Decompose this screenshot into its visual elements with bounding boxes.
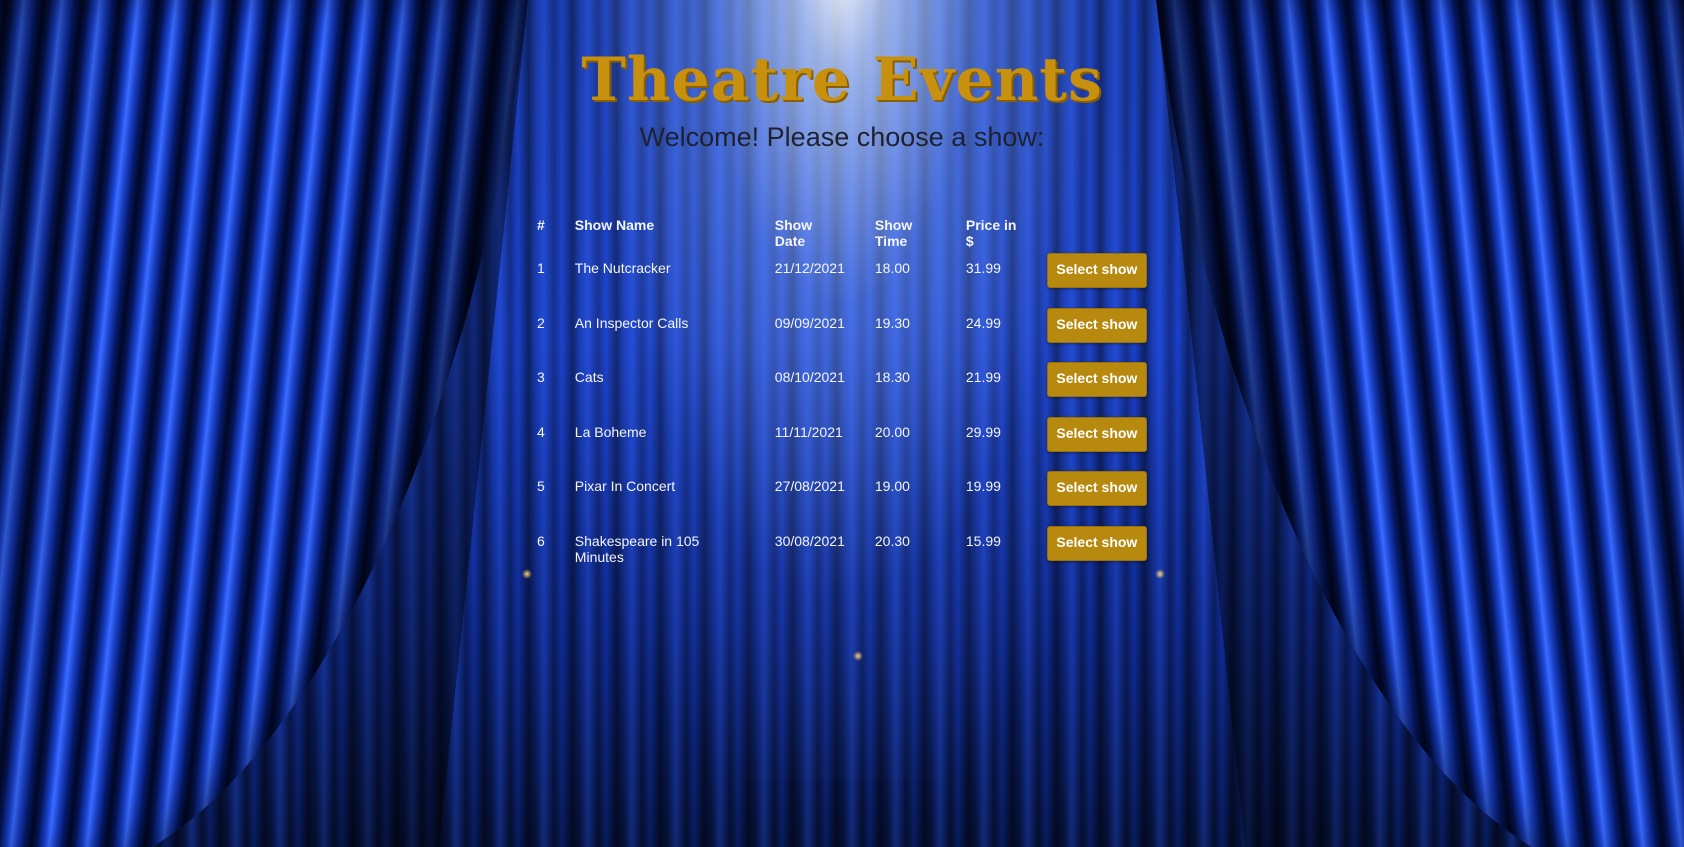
show-name: An Inspector Calls [574, 314, 689, 331]
show-time: 20.30 [874, 532, 910, 549]
show-name: Cats [574, 369, 604, 386]
page-subtitle: Welcome! Please choose a show: [639, 122, 1045, 152]
show-name: The Nutcracker [574, 260, 671, 276]
show-name: Shakespeare in 105 Minutes [574, 532, 700, 565]
show-time: 20.00 [874, 423, 910, 440]
select-show-button[interactable]: Select show [1046, 362, 1147, 398]
header-show-date: Show Date [774, 217, 813, 249]
show-time: 18.30 [874, 369, 910, 386]
action-cell: Select show [1037, 358, 1147, 413]
action-cell: Select show [1037, 522, 1147, 577]
show-date: 11/11/2021 [774, 423, 843, 440]
show-date: 27/08/2021 [774, 478, 845, 495]
action-cell: Select show [1037, 304, 1147, 359]
show-name: La Boheme [574, 423, 647, 440]
table-header-row: # Show Name Show Date Show Time Price in… [527, 205, 1147, 249]
show-date: 09/09/2021 [774, 314, 845, 331]
select-show-button[interactable]: Select show [1046, 525, 1147, 561]
select-show-button[interactable]: Select show [1046, 471, 1147, 507]
select-show-button[interactable]: Select show [1046, 416, 1147, 452]
show-number: 2 [537, 314, 545, 331]
header-show-time: Show Time [874, 217, 913, 249]
show-number: 6 [537, 532, 545, 549]
table-row: 5 Pixar In Concert 27/08/2021 19.00 19.9… [527, 467, 1147, 522]
action-cell: Select show [1037, 467, 1147, 522]
sparkle [1155, 569, 1165, 579]
show-number: 4 [537, 423, 545, 440]
show-price: 15.99 [965, 532, 1001, 549]
page-title: Theatre Events [581, 45, 1103, 115]
table-row: 6 Shakespeare in 105 Minutes 30/08/2021 … [527, 522, 1147, 577]
show-date: 08/10/2021 [774, 369, 845, 386]
header-show-name: Show Name [574, 217, 655, 233]
table-row: 1 The Nutcracker 21/12/2021 18.00 31.99 … [527, 249, 1147, 304]
header-action [1037, 205, 1147, 249]
show-number: 3 [537, 369, 545, 386]
action-cell: Select show [1037, 249, 1147, 304]
show-date: 30/08/2021 [774, 532, 845, 549]
main-content: Theatre Events Welcome! Please choose a … [0, 0, 1684, 154]
show-price: 24.99 [965, 314, 1001, 331]
select-show-button[interactable]: Select show [1046, 253, 1147, 288]
select-show-button[interactable]: Select show [1046, 307, 1147, 343]
header-price: Price in $ [965, 217, 1017, 249]
show-time: 18.00 [874, 260, 910, 276]
show-name: Pixar In Concert [574, 478, 676, 495]
show-number: 5 [537, 478, 545, 495]
table-row: 2 An Inspector Calls 09/09/2021 19.30 24… [527, 304, 1147, 359]
show-price: 29.99 [965, 423, 1001, 440]
action-cell: Select show [1037, 413, 1147, 468]
show-date: 21/12/2021 [774, 260, 845, 276]
shows-table: # Show Name Show Date Show Time Price in… [527, 205, 1147, 577]
sparkle [853, 651, 863, 661]
header-number: # [537, 217, 545, 233]
show-time: 19.00 [874, 478, 910, 495]
table-row: 4 La Boheme 11/11/2021 20.00 29.99 Selec… [527, 413, 1147, 468]
show-price: 19.99 [965, 478, 1001, 495]
table-row: 3 Cats 08/10/2021 18.30 21.99 Select sho… [527, 358, 1147, 413]
show-number: 1 [537, 260, 545, 276]
show-time: 19.30 [874, 314, 910, 331]
show-price: 31.99 [965, 260, 1001, 276]
show-price: 21.99 [965, 369, 1001, 386]
